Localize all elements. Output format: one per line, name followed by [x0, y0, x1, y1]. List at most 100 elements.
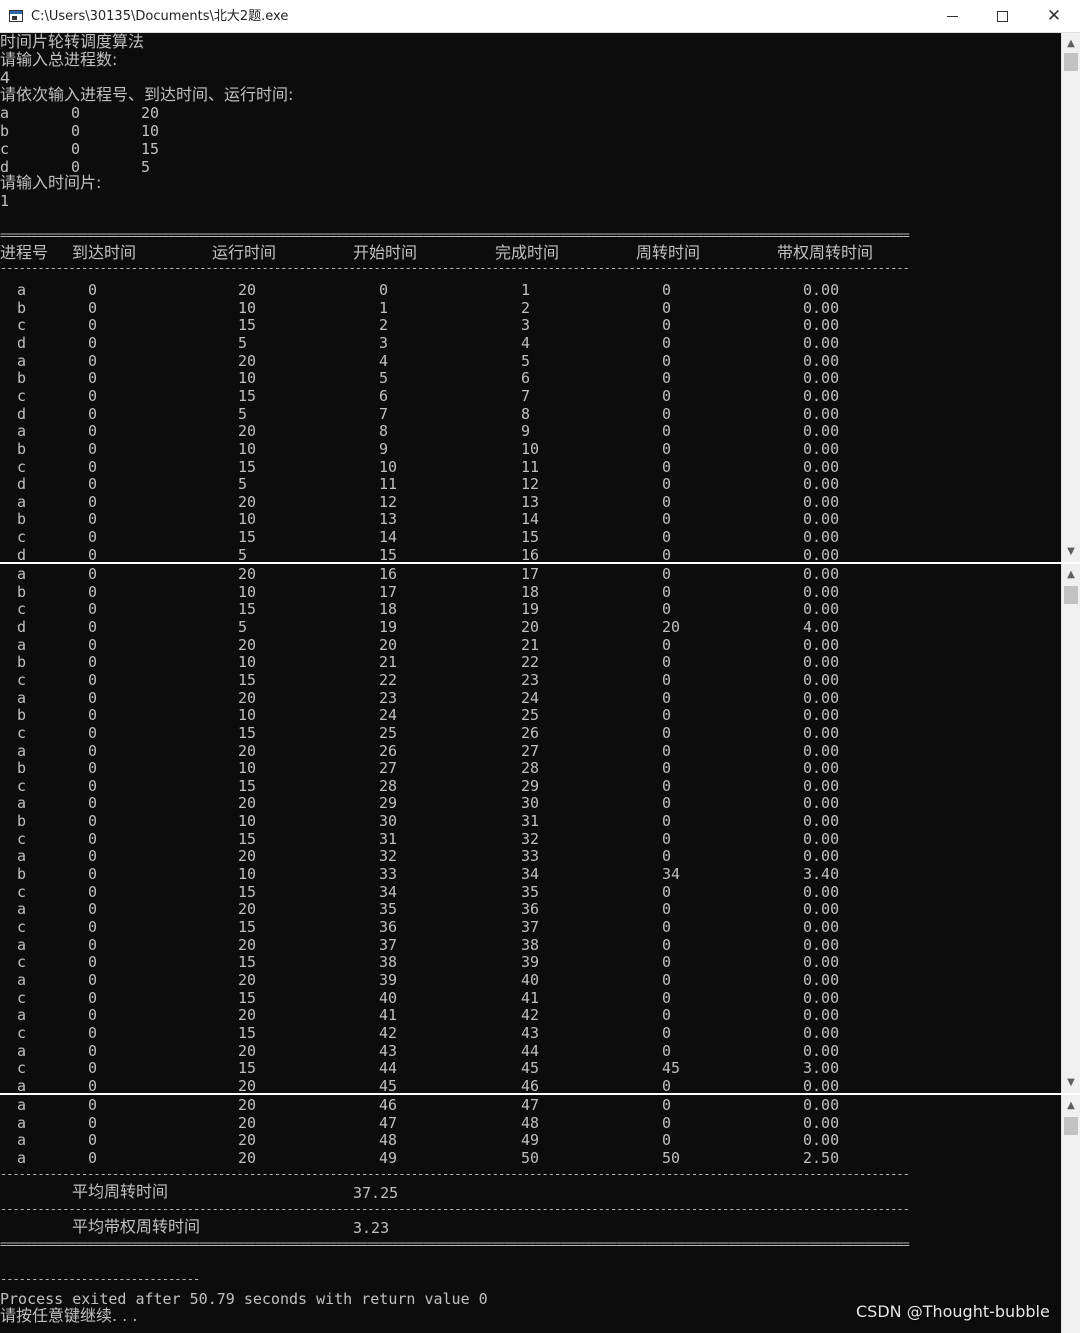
- cell-start: 14: [379, 528, 398, 547]
- cell-finish: 45: [521, 1059, 540, 1078]
- input-arrive-time: 0: [71, 122, 81, 140]
- cell-finish: 41: [521, 988, 540, 1007]
- cell-turnaround: 0: [662, 316, 672, 335]
- close-button[interactable]: ✕: [1028, 0, 1080, 32]
- console-window: C:\Users\30135\Documents\北大2题.exe ✕ 时间片轮…: [0, 0, 1080, 1333]
- cell-arrive: 0: [88, 865, 98, 884]
- cell-process: a: [17, 1113, 27, 1132]
- column-header: 运行时间: [212, 243, 277, 262]
- cell-arrive: 0: [88, 316, 98, 335]
- cell-start: 16: [379, 565, 398, 583]
- cell-start: 3: [379, 333, 389, 352]
- cell-run: 20: [238, 1006, 257, 1025]
- cell-start: 34: [379, 882, 398, 901]
- input-arrive-time: 0: [71, 104, 81, 122]
- cell-turnaround: 0: [662, 635, 672, 654]
- time-slice-prompt: 请输入时间片:: [0, 173, 102, 192]
- cell-run: 20: [238, 935, 257, 954]
- scroll-down-arrow-icon[interactable]: ▼: [1062, 543, 1080, 561]
- cell-start: 7: [379, 404, 389, 423]
- cell-weighted: 0.00: [803, 723, 840, 742]
- cell-arrive: 0: [88, 1023, 98, 1042]
- cell-weighted: 0.00: [803, 475, 840, 494]
- cell-arrive: 0: [88, 812, 98, 831]
- cell-run: 10: [238, 510, 257, 529]
- scrollbar-thumb[interactable]: [1064, 586, 1078, 604]
- avg-turnaround-value: 37.25: [353, 1184, 399, 1202]
- minimize-icon: [946, 15, 958, 17]
- input-run-time: 10: [141, 122, 160, 140]
- cell-run: 10: [238, 865, 257, 884]
- cell-start: 26: [379, 741, 398, 760]
- cell-weighted: 0.00: [803, 776, 840, 795]
- cell-process: c: [17, 600, 27, 619]
- cell-weighted: 0.00: [803, 953, 840, 972]
- scroll-up-arrow-icon[interactable]: ▲: [1062, 35, 1080, 53]
- cell-start: 41: [379, 1006, 398, 1025]
- scroll-down-arrow-icon[interactable]: ▼: [1062, 1074, 1080, 1092]
- cell-process: d: [17, 333, 27, 352]
- console-output[interactable]: 时间片轮转调度算法 请输入总进程数: 4 请依次输入进程号、到达时间、运行时间: a 0 2…: [0, 33, 1061, 1333]
- cell-start: 17: [379, 582, 398, 601]
- cell-start: 9: [379, 439, 389, 458]
- cell-start: 37: [379, 935, 398, 954]
- cell-process: c: [17, 829, 27, 848]
- cell-finish: 17: [521, 565, 540, 583]
- cell-finish: 36: [521, 900, 540, 919]
- scroll-up-arrow-icon[interactable]: ▲: [1062, 1097, 1080, 1115]
- cell-turnaround: 0: [662, 706, 672, 725]
- cell-arrive: 0: [88, 935, 98, 954]
- cell-turnaround: 0: [662, 1006, 672, 1025]
- console-app-icon: [9, 10, 23, 22]
- maximize-button[interactable]: [976, 0, 1028, 32]
- cell-run: 5: [238, 617, 248, 636]
- cell-process: a: [17, 794, 27, 813]
- cell-weighted: 0.00: [803, 298, 840, 317]
- cell-run: 20: [238, 1148, 257, 1167]
- cell-finish: 7: [521, 386, 531, 405]
- cell-finish: 26: [521, 723, 540, 742]
- cell-arrive: 0: [88, 1148, 98, 1167]
- cell-weighted: 0.00: [803, 847, 840, 866]
- cell-finish: 39: [521, 953, 540, 972]
- cell-arrive: 0: [88, 970, 98, 989]
- minimize-button[interactable]: [926, 0, 978, 32]
- title-bar[interactable]: C:\Users\30135\Documents\北大2题.exe ✕: [0, 0, 1080, 33]
- cell-weighted: 0.00: [803, 812, 840, 831]
- scroll-up-arrow-icon[interactable]: ▲: [1062, 566, 1080, 584]
- cell-process: c: [17, 386, 27, 405]
- cell-process: b: [17, 653, 27, 672]
- cell-arrive: 0: [88, 988, 98, 1007]
- cell-start: 42: [379, 1023, 398, 1042]
- scrollbar-thumb[interactable]: [1064, 1117, 1078, 1135]
- column-header: 开始时间: [353, 243, 418, 262]
- cell-process: a: [17, 1096, 27, 1114]
- cell-process: c: [17, 457, 27, 476]
- cell-process: a: [17, 492, 27, 511]
- cell-arrive: 0: [88, 582, 98, 601]
- cell-weighted: 0.00: [803, 1131, 840, 1150]
- cell-process: a: [17, 847, 27, 866]
- window-title: C:\Users\30135\Documents\北大2题.exe: [31, 9, 289, 24]
- cell-start: 24: [379, 706, 398, 725]
- cell-start: 46: [379, 1096, 398, 1114]
- console-line: 请输入总进程数:: [0, 50, 118, 69]
- input-process-name: c: [0, 140, 10, 158]
- maximize-icon: [996, 10, 1008, 22]
- cell-start: 33: [379, 865, 398, 884]
- cell-start: 8: [379, 422, 389, 441]
- tile-divider: [0, 1093, 1080, 1095]
- cell-turnaround: 0: [662, 847, 672, 866]
- cell-run: 10: [238, 369, 257, 388]
- continue-prompt: 请按任意键继续. . .: [0, 1306, 138, 1325]
- cell-finish: 22: [521, 653, 540, 672]
- cell-turnaround: 0: [662, 882, 672, 901]
- cell-run: 15: [238, 988, 257, 1007]
- cell-run: 20: [238, 635, 257, 654]
- double-separator: ========================================…: [0, 1239, 910, 1249]
- vertical-scrollbar[interactable]: ▲ ▼ ▲ ▼ ▲: [1061, 33, 1080, 1333]
- cell-turnaround: 0: [662, 351, 672, 370]
- console-line: 请依次输入进程号、到达时间、运行时间:: [0, 85, 294, 104]
- scrollbar-thumb[interactable]: [1064, 53, 1078, 71]
- cell-finish: 38: [521, 935, 540, 954]
